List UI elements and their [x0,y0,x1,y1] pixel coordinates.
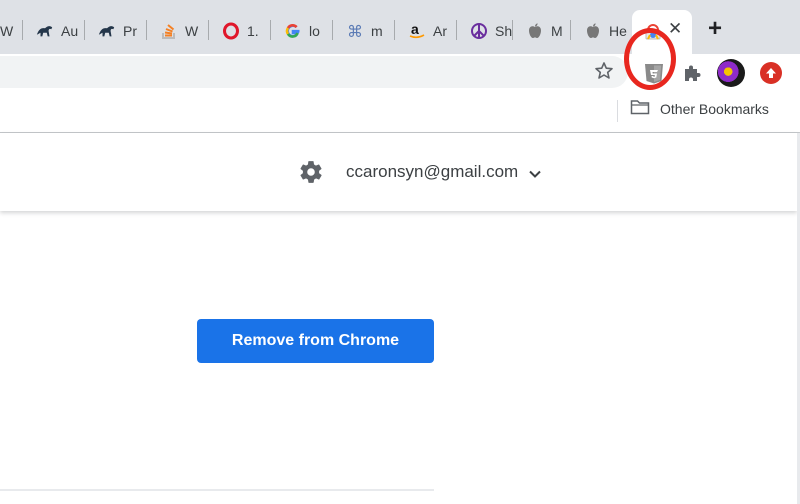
star-outline-icon[interactable] [594,61,614,87]
tab-title: Pr [123,23,137,39]
other-bookmarks-label: Other Bookmarks [660,101,769,117]
tab[interactable]: M [512,14,574,48]
opera-icon [222,22,240,40]
tab-title: lo [309,23,320,39]
tab-title: 1. [247,23,259,39]
browser-toolbar [0,54,800,90]
address-bar[interactable] [0,56,628,88]
chevron-down-icon[interactable] [528,166,542,178]
store-header: ccaronsyn@gmail.com [0,133,797,211]
tab-strip: W Au Pr W 1. lo ⌘ m a Ar Sh M He ✕ + [0,0,800,54]
content-divider [0,489,434,491]
tab-title: m [371,23,383,39]
peace-icon [470,22,488,40]
remove-from-chrome-button[interactable]: Remove from Chrome [197,319,434,363]
gear-icon[interactable] [298,159,324,185]
tab[interactable]: Au [22,14,84,48]
close-icon[interactable]: ✕ [668,19,682,39]
tab[interactable]: 1. [208,14,270,48]
tab-separator [394,20,395,40]
puzzle-icon[interactable] [682,63,702,83]
tab[interactable]: Pr [84,14,146,48]
svg-text:a: a [411,22,419,37]
tab-separator [332,20,333,40]
apple-icon [526,22,544,40]
tab[interactable]: W [146,14,208,48]
tab-title: Au [61,23,79,39]
tab-title: Ar [433,23,447,39]
amazon-icon: a [408,22,426,40]
tab-title: He [609,23,627,39]
tab[interactable]: He [570,14,632,48]
folder-icon [630,99,650,120]
tab-separator [208,20,209,40]
bookmarks-separator [617,100,618,122]
new-tab-button[interactable]: + [708,17,722,41]
tab-separator [456,20,457,40]
dinosaur-icon [98,22,116,40]
tab-title: M [551,23,563,39]
tab[interactable]: ⌘ m [332,14,394,48]
google-icon [284,22,302,40]
tab-title: W [185,23,199,39]
tab-title: W [0,23,14,39]
tab-separator [146,20,147,40]
tab[interactable]: Sh [456,14,518,48]
update-arrow-icon[interactable] [760,62,782,84]
other-bookmarks-folder[interactable]: Other Bookmarks [630,98,769,120]
tab-separator [570,20,571,40]
stackoverflow-icon [160,22,178,40]
tab[interactable]: lo [270,14,332,48]
tab-separator [270,20,271,40]
tab-separator [84,20,85,40]
tab[interactable]: a Ar [394,14,456,48]
highlight-circle [624,28,676,90]
tab-separator [512,20,513,40]
avatar[interactable] [717,59,745,87]
bookmarks-bar: Other Bookmarks [0,90,800,132]
apple-icon [584,22,602,40]
command-key-icon: ⌘ [347,21,363,41]
account-email[interactable]: ccaronsyn@gmail.com [346,162,518,182]
tab-separator [22,20,23,40]
dinosaur-icon [36,22,54,40]
